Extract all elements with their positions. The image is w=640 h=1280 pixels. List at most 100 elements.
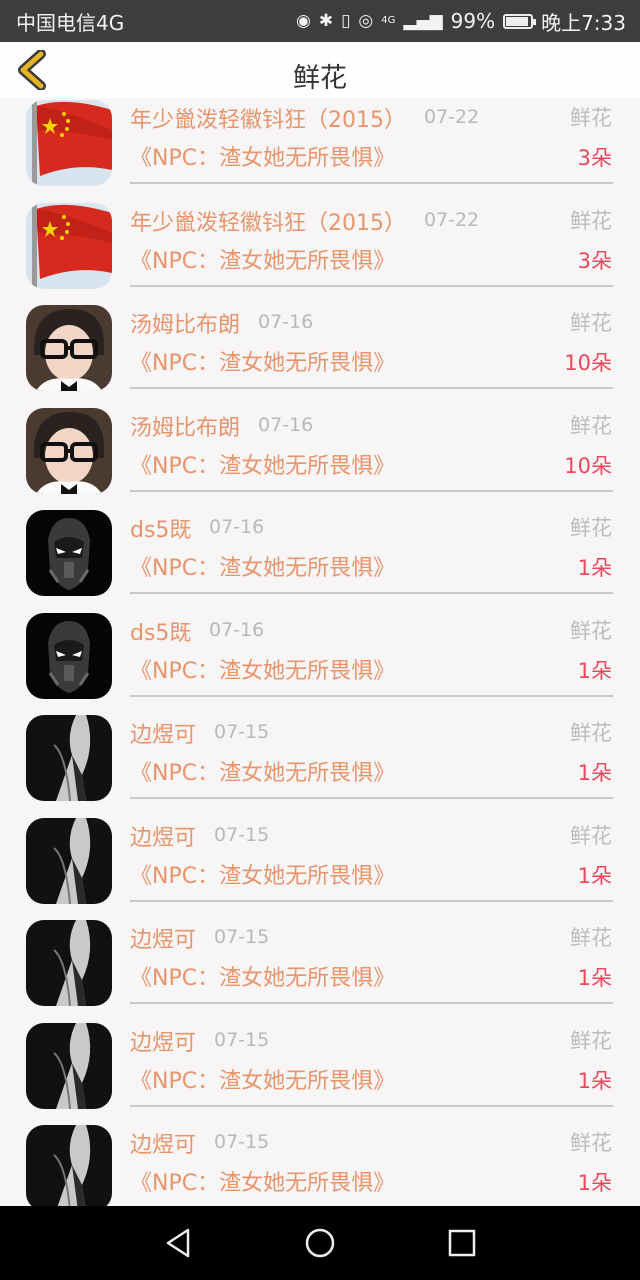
gift-date: 07-16 [258,311,314,333]
row-divider [130,797,613,799]
gift-count: 1朵 [577,863,612,888]
list-item[interactable]: 边煜可 07-15 鲜花《NPC：渣女她无所畏惧》 1朵 [0,707,640,809]
list-item[interactable]: 年少巤泼轻徽钭狂（2015） 07-22 鲜花《NPC：渣女她无所畏惧》 3朵 [0,195,640,297]
book-title[interactable]: 《NPC：渣女她无所畏惧》 [130,140,395,172]
list-item[interactable]: ds5既 07-16 鲜花《NPC：渣女她无所畏惧》 1朵 [0,605,640,707]
clock: 晚上7:33 [541,10,626,35]
book-title[interactable]: 《NPC：渣女她无所畏惧》 [130,243,395,275]
avatar[interactable] [26,817,112,904]
list-item[interactable]: 边煜可 07-15 鲜花《NPC：渣女她无所畏惧》 1朵 [0,810,640,912]
avatar[interactable] [26,202,112,289]
gift-date: 07-15 [214,721,270,743]
list-item[interactable]: 汤姆比布朗 07-16 鲜花 《NPC：渣女她无所畏惧》 10朵 [0,297,640,399]
square-recent-icon [448,1229,476,1257]
list-item[interactable]: 年少巤泼轻徽钭狂（2015） 07-22 鲜花 《NPC：渣女她无所畏惧》 3朵 [0,98,640,194]
user-name[interactable]: ds5既 [130,615,191,647]
row-divider [130,592,613,594]
row-divider [130,182,613,184]
book-title[interactable]: 《NPC：渣女她无所畏惧》 [130,448,395,480]
nav-home-button[interactable] [303,1226,337,1260]
bluetooth-icon: ✱ [318,10,334,31]
book-title[interactable]: 《NPC：渣女她无所畏惧》 [130,550,395,582]
gift-type: 鲜花 [570,516,612,540]
row-divider [130,489,613,492]
row-divider [130,694,613,697]
avatar[interactable] [26,920,112,1006]
circle-home-icon [305,1228,335,1258]
gift-count: 1朵 [577,658,612,683]
gift-date: 07-15 [214,823,270,846]
page-title: 鲜花 [293,63,347,94]
gift-count: 10朵 [564,453,612,478]
list-item[interactable]: ds5既 07-16 鲜花 《NPC：渣女她无所畏惧》 1朵 [0,502,640,604]
status-bar: 中国电信4G ◉ ✱ ▯ ◎ 4G ▂▄▆ 99% 晚上7:33 [0,0,640,42]
gift-count: 1朵 [577,966,612,990]
avatar[interactable] [26,715,112,801]
navigation-bar [0,1206,640,1280]
avatar[interactable] [26,100,112,186]
list-item[interactable]: 汤姆比布朗 07-16 鲜花《NPC：渣女她无所畏惧》 10朵 [0,400,640,502]
row-divider [130,284,613,287]
gift-count: 3朵 [577,146,612,170]
gift-date: 07-16 [209,618,265,641]
list-item[interactable]: 边煜可 07-15 鲜花 《NPC：渣女她无所畏惧》 1朵 [0,1015,640,1117]
user-name[interactable]: 汤姆比布朗 [130,307,240,339]
avatar[interactable] [26,305,112,391]
gift-type: 鲜花 [570,618,612,643]
list-item[interactable]: 边煜可 07-15 鲜花《NPC：渣女她无所畏惧》 1朵 [0,1117,640,1206]
user-name[interactable]: 边煜可 [130,1127,196,1159]
user-name[interactable]: 边煜可 [130,1025,196,1057]
gift-count: 1朵 [577,1068,612,1093]
row-divider [130,899,613,902]
avatar[interactable] [26,510,112,596]
carrier-label: 中国电信4G [16,10,125,35]
gift-type: 鲜花 [570,926,612,950]
book-title[interactable]: 《NPC：渣女她无所畏惧》 [130,755,395,787]
book-title[interactable]: 《NPC：渣女她无所畏惧》 [130,1165,395,1197]
gift-date: 07-16 [209,516,265,538]
signal-icon: ▂▄▆ [403,10,443,31]
gift-type: 鲜花 [570,721,612,745]
user-name[interactable]: 汤姆比布朗 [130,410,240,442]
book-title[interactable]: 《NPC：渣女她无所畏惧》 [130,653,395,685]
triangle-back-icon [166,1228,190,1258]
gift-count: 1朵 [577,1171,612,1195]
gift-date: 07-15 [214,926,270,948]
user-name[interactable]: 年少巤泼轻徽钭狂（2015） [130,205,406,237]
data-saver-icon: ◉ [295,10,311,31]
gift-date: 07-15 [214,1131,270,1153]
user-name[interactable]: 边煜可 [130,717,196,749]
gift-list[interactable]: 年少巤泼轻徽钭狂（2015） 07-22 鲜花 《NPC：渣女她无所畏惧》 3朵 年少巤泼… [0,98,640,1206]
user-name[interactable]: 边煜可 [130,820,196,852]
avatar[interactable] [26,1125,112,1206]
gift-type: 鲜花 [570,413,612,438]
book-title[interactable]: 《NPC：渣女她无所畏惧》 [130,1063,395,1095]
gift-type: 鲜花 [570,1028,612,1053]
book-title[interactable]: 《NPC：渣女她无所畏惧》 [130,858,395,890]
book-title[interactable]: 《NPC：渣女她无所畏惧》 [130,960,395,992]
network-type-label: 4G [381,15,396,26]
row-divider [130,1104,613,1107]
gift-type: 鲜花 [570,311,612,335]
user-name[interactable]: ds5既 [130,512,191,544]
gift-count: 1朵 [577,761,612,785]
avatar[interactable] [26,1022,112,1109]
gift-type: 鲜花 [570,208,612,233]
row-divider [130,1002,613,1004]
gift-type: 鲜花 [570,823,612,848]
gift-type: 鲜花 [570,1131,612,1155]
avatar[interactable] [26,407,112,494]
avatar[interactable] [26,612,112,699]
gift-date: 07-22 [424,208,480,231]
battery-percent: 99% [450,9,496,33]
nav-back-button[interactable] [162,1226,196,1260]
list-item[interactable]: 边煜可 07-15 鲜花《NPC：渣女她无所畏惧》 1朵 [0,912,640,1014]
battery-icon [503,13,537,29]
user-name[interactable]: 年少巤泼轻徽钭狂（2015） [130,102,406,134]
book-title[interactable]: 《NPC：渣女她无所畏惧》 [130,345,395,377]
gift-date: 07-16 [258,413,314,436]
title-bar: 鲜花 [0,42,640,98]
gift-count: 3朵 [577,248,612,273]
user-name[interactable]: 边煜可 [130,922,196,954]
nav-recent-button[interactable] [445,1226,479,1260]
